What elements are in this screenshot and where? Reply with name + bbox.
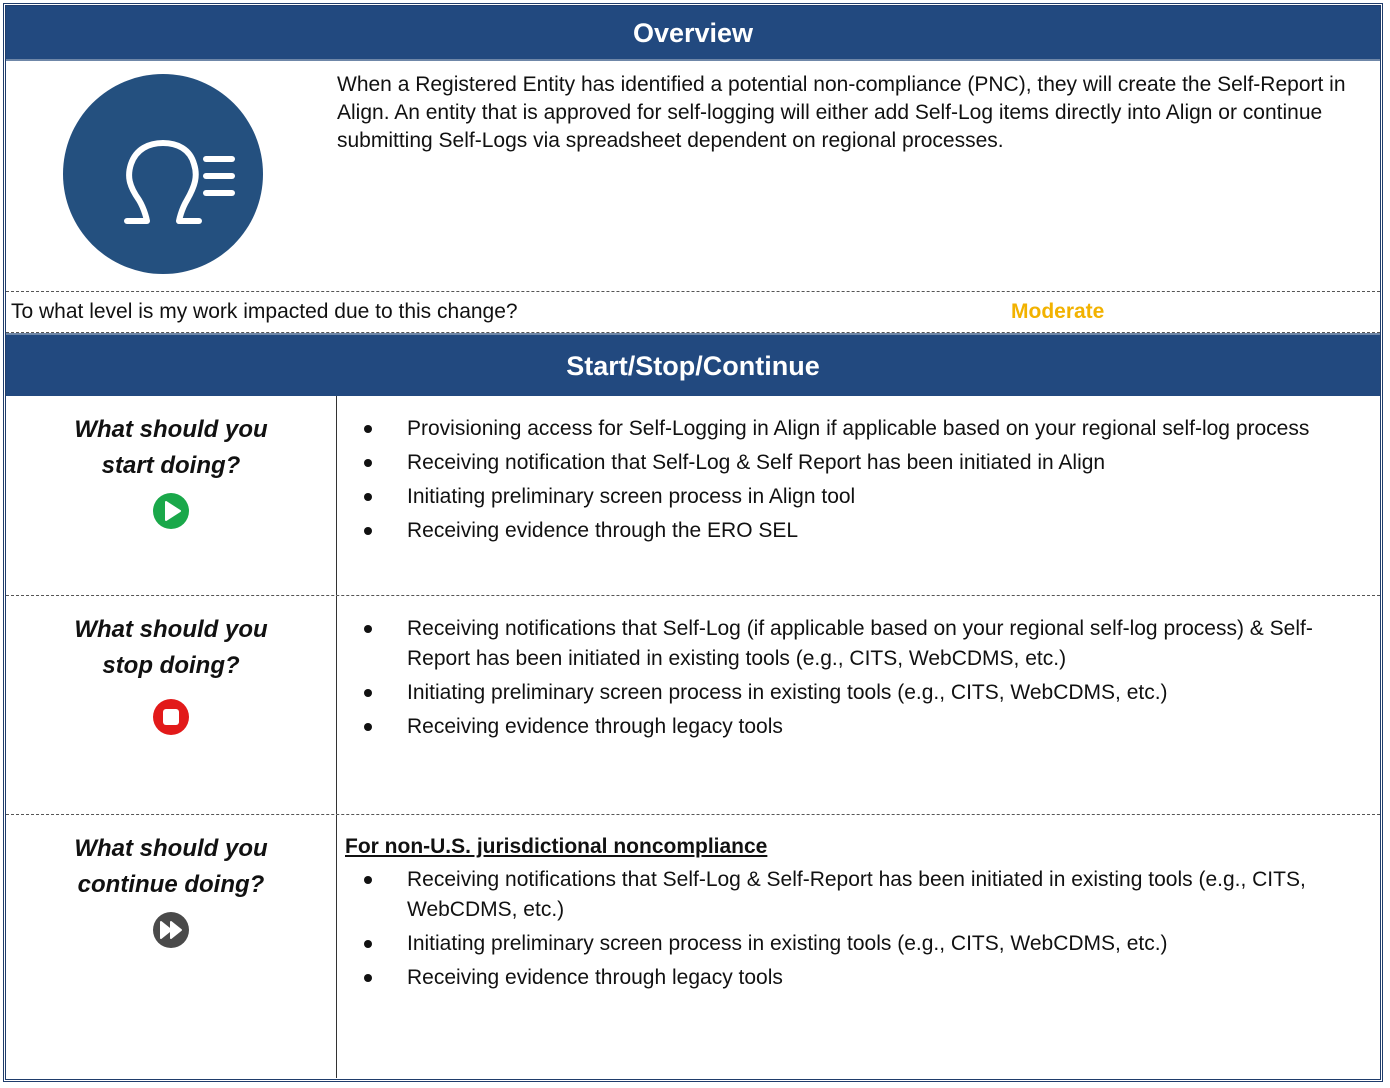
list-item: Initiating preliminary screen process in… (337, 678, 1347, 708)
start-question: What should you start doing? (74, 416, 268, 479)
start-content-cell: Provisioning access for Self-Logging in … (337, 396, 1380, 595)
fast-forward-icon (153, 912, 189, 948)
continue-bullet-list: Receiving notifications that Self-Log & … (337, 865, 1347, 997)
impact-level: Moderate (1011, 300, 1105, 323)
list-item: Receiving notifications that Self-Log & … (337, 865, 1347, 925)
list-item: Initiating preliminary screen process in… (337, 482, 1347, 512)
document-frame: Overview When a Registered Entity has id… (3, 3, 1383, 1082)
impact-question: To what level is my work impacted due to… (11, 300, 518, 323)
stop-content-cell: Receiving notifications that Self-Log (i… (337, 596, 1380, 814)
list-item: Receiving evidence through the ERO SEL (337, 516, 1347, 546)
stop-icon (153, 699, 189, 735)
list-item: Receiving notifications that Self-Log (i… (337, 614, 1347, 674)
start-row: What should you start doing? Provisionin… (6, 396, 1380, 596)
impact-row: To what level is my work impacted due to… (6, 292, 1380, 333)
play-icon (153, 493, 189, 529)
overview-description: When a Registered Entity has identified … (337, 73, 1346, 152)
start-label-cell: What should you start doing? (6, 396, 337, 595)
overview-body: When a Registered Entity has identified … (6, 61, 1380, 292)
stop-bullet-list: Receiving notifications that Self-Log (i… (337, 614, 1347, 746)
list-item: Provisioning access for Self-Logging in … (337, 414, 1347, 444)
list-item: Initiating preliminary screen process in… (337, 929, 1347, 959)
overview-header: Overview (6, 6, 1380, 61)
stop-label-cell: What should you stop doing? (6, 596, 337, 814)
overview-title: Overview (632, 18, 754, 48)
self-report-icon (63, 74, 263, 274)
list-item: Receiving evidence through legacy tools (337, 712, 1347, 742)
start-stop-continue-header: Start/Stop/Continue (6, 333, 1380, 396)
list-item: Receiving evidence through legacy tools (337, 963, 1347, 993)
start-bullet-list: Provisioning access for Self-Logging in … (337, 414, 1347, 550)
stop-row: What should you stop doing? Receiving no… (6, 596, 1380, 815)
stop-question: What should you stop doing? (74, 616, 268, 679)
continue-subheading: For non-U.S. jurisdictional noncomplianc… (345, 835, 768, 858)
continue-row: What should you continue doing? For non-… (6, 815, 1380, 1078)
continue-question: What should you continue doing? (74, 835, 268, 898)
start-stop-continue-title: Start/Stop/Continue (566, 351, 820, 381)
continue-label-cell: What should you continue doing? (6, 815, 337, 1078)
list-item: Receiving notification that Self-Log & S… (337, 448, 1347, 478)
continue-content-cell: For non-U.S. jurisdictional noncomplianc… (337, 815, 1380, 1078)
